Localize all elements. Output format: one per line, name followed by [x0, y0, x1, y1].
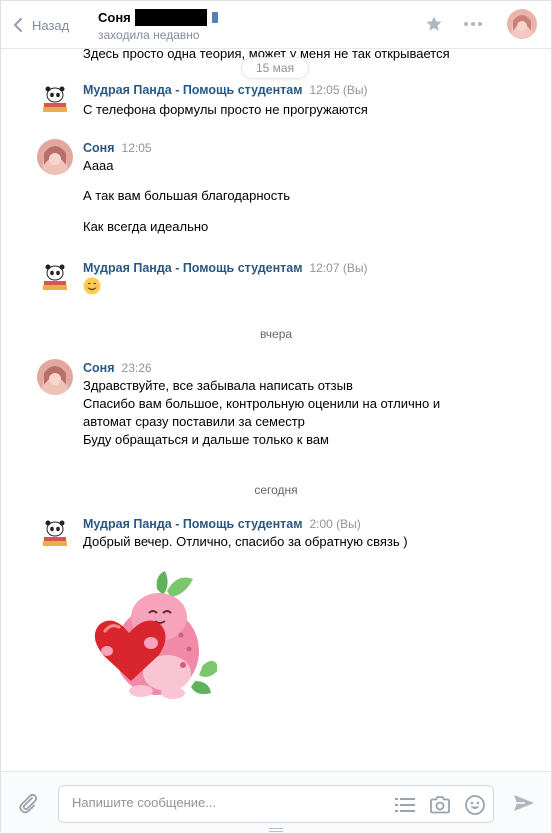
resize-grip[interactable] [269, 828, 283, 832]
message-author[interactable]: Мудрая Панда - Помощь студентам [83, 83, 302, 97]
message-text: Здравствуйте, все забывала написать отзы… [83, 378, 353, 393]
mobile-icon [211, 12, 218, 23]
message-input[interactable] [72, 795, 372, 810]
date-separator: сегодня [254, 483, 298, 497]
message-time[interactable]: 12:05 [122, 141, 152, 155]
back-button[interactable]: Назад [13, 14, 69, 36]
message-author[interactable]: Мудрая Панда - Помощь студентам [83, 261, 302, 275]
date-separator: вчера [259, 327, 293, 341]
message-text: С телефона формулы просто не прогружаютс… [83, 102, 368, 117]
message-text: Добрый вечер. Отлично, спасибо за обратн… [83, 534, 408, 549]
message-emoji [83, 277, 101, 300]
message-text: Аааа [83, 158, 114, 173]
message-time[interactable]: 12:05 (Вы) [309, 83, 367, 97]
message-time[interactable]: 2:00 (Вы) [309, 517, 360, 531]
peer-status: заходила недавно [98, 28, 200, 42]
attach-icon[interactable] [17, 792, 39, 817]
heart-creature-sticker [94, 571, 217, 699]
panda-avatar[interactable] [37, 515, 73, 551]
message-author[interactable]: Соня [83, 361, 115, 375]
panda-avatar[interactable] [37, 81, 73, 117]
star-icon[interactable] [425, 15, 443, 33]
message-time[interactable]: 12:07 (Вы) [309, 261, 367, 275]
header-actions [405, 9, 537, 39]
emoji-icon[interactable] [463, 793, 487, 817]
message-author[interactable]: Соня [83, 141, 115, 155]
sonya-avatar[interactable] [37, 139, 73, 175]
chat-window: Назад Соня заходила недавно Здесь просто… [0, 0, 552, 833]
chat-header: Назад Соня заходила недавно [1, 1, 551, 49]
camera-icon[interactable] [428, 793, 452, 817]
floating-date: 15 мая [241, 57, 310, 79]
message-composer [1, 771, 551, 833]
send-icon[interactable] [513, 794, 535, 815]
back-label: Назад [32, 17, 70, 33]
template-icon[interactable] [393, 793, 417, 817]
message-text: автомат сразу поставили за семестр [83, 414, 305, 429]
peer-name[interactable]: Соня [98, 10, 131, 25]
message-history[interactable]: Здесь просто одна теория, может у меня н… [1, 49, 551, 771]
panda-avatar[interactable] [37, 259, 73, 295]
peer-info[interactable]: Соня заходила недавно [98, 9, 218, 42]
message-text: Буду обращаться и дальше только к вам [83, 432, 329, 447]
chevron-left-icon [13, 17, 23, 33]
message-text: Как всегда идеально [83, 219, 209, 234]
more-icon[interactable] [463, 21, 483, 27]
message-author[interactable]: Мудрая Панда - Помощь студентам [83, 517, 302, 531]
message-time[interactable]: 23:26 [122, 361, 152, 375]
message-input-box[interactable] [58, 785, 494, 823]
message-text: А так вам большая благодарность [83, 188, 290, 203]
peer-avatar[interactable] [507, 9, 537, 39]
message-text: Спасибо вам большое, контрольную оценили… [83, 396, 441, 411]
sonya-avatar[interactable] [37, 359, 73, 395]
smile-emoji-icon [83, 277, 101, 295]
redacted-name-block [134, 9, 207, 26]
